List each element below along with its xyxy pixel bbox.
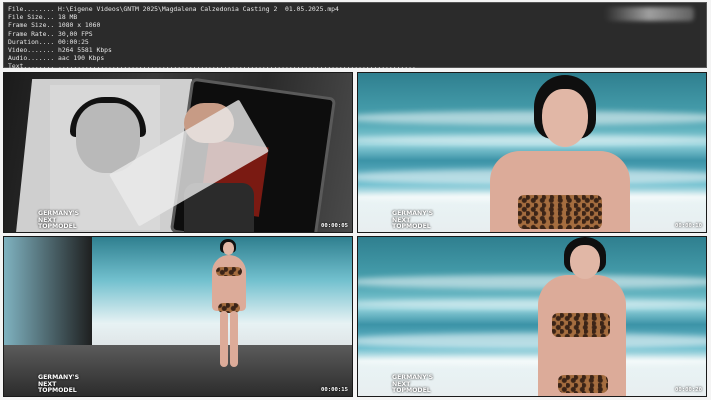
ocean-backdrop xyxy=(358,237,706,396)
leopard-bikini-top xyxy=(518,195,602,229)
info-value: 30,00 FPS xyxy=(58,29,93,38)
info-row-duration: Duration.... 00:00:25 xyxy=(8,38,702,46)
info-value: 18 MB xyxy=(58,13,78,22)
info-row-file-size: File Size... 18 MB xyxy=(8,13,702,21)
info-key: Frame Rate.. xyxy=(8,29,55,38)
video-thumbnail-3[interactable]: GERMANY'S NEXT TOPMODEL 00:00:15 xyxy=(3,236,353,397)
leopard-bikini-top xyxy=(552,313,610,337)
model-face xyxy=(542,89,588,147)
info-row-audio: Audio....... aac 190 Kbps xyxy=(8,54,702,62)
model-leg xyxy=(220,311,228,367)
info-key: File Size... xyxy=(8,13,55,22)
timecode: 00:00:10 xyxy=(675,223,702,229)
gntm-logo: GERMANY'S NEXT TOPMODEL xyxy=(392,375,433,394)
stage-side-wall xyxy=(4,237,94,345)
wave xyxy=(358,275,706,289)
wave xyxy=(358,135,706,145)
stage-scene xyxy=(4,237,352,396)
info-row-video: Video....... h264 5581 Kbps xyxy=(8,46,702,54)
leopard-bikini-bottom xyxy=(558,375,608,393)
info-value: ........................................… xyxy=(58,62,416,71)
gntm-logo: GERMANY'S NEXT TOPMODEL xyxy=(38,375,79,394)
logo-line: TOPMODEL xyxy=(392,386,431,394)
magazine-scene xyxy=(4,73,352,232)
video-thumbnail-4[interactable]: GERMANY'S NEXT TOPMODEL 00:00:20 xyxy=(357,236,707,397)
logo-line: TOPMODEL xyxy=(392,222,431,230)
info-value: H:\Eigene Videos\GNTM 2025\Magdalena Cal… xyxy=(58,5,339,13)
timecode: 00:00:15 xyxy=(321,387,348,393)
info-key: Video....... xyxy=(8,45,55,54)
info-value: aac 190 Kbps xyxy=(58,54,105,63)
video-thumbnail-2[interactable]: GERMANY'S NEXT TOPMODEL 00:00:10 xyxy=(357,72,707,233)
info-row-frame-rate: Frame Rate.. 30,00 FPS xyxy=(8,30,702,38)
info-value: h264 5581 Kbps xyxy=(58,45,112,54)
model-leg xyxy=(230,311,238,367)
model-face xyxy=(223,242,234,255)
logo-line: TOPMODEL xyxy=(38,386,77,394)
wave xyxy=(358,111,706,125)
blurred-watermark xyxy=(604,7,694,21)
info-value: 00:00:25 xyxy=(58,37,89,46)
wave xyxy=(358,357,706,365)
gntm-logo: GERMANY'S NEXT TOPMODEL xyxy=(392,211,433,230)
video-thumbnail-1[interactable]: GERMANY'S NEXT TOPMODEL 00:00:05 xyxy=(3,72,353,233)
info-key: Audio....... xyxy=(8,54,55,63)
info-key: Frame Size.. xyxy=(8,21,55,30)
info-value: 1080 x 1060 xyxy=(58,21,101,30)
timecode: 00:00:20 xyxy=(675,387,702,393)
timecode: 00:00:05 xyxy=(321,223,348,229)
logo-line: TOPMODEL xyxy=(38,222,77,230)
model-face xyxy=(570,245,600,279)
info-row-file: File........ H:\Eigene Videos\GNTM 2025\M… xyxy=(8,5,702,13)
info-key: Duration.... xyxy=(8,37,55,46)
leopard-bikini-top xyxy=(216,267,242,276)
media-info-panel: File........ H:\Eigene Videos\GNTM 2025\M… xyxy=(3,2,707,70)
wave xyxy=(358,299,706,309)
info-key: Text........ xyxy=(8,62,55,71)
info-row-text: Text....................................… xyxy=(8,62,702,70)
info-row-frame-size: Frame Size.. 1080 x 1060 xyxy=(8,21,702,29)
gntm-logo: GERMANY'S NEXT TOPMODEL xyxy=(38,211,79,230)
info-key: File........ xyxy=(8,5,55,13)
wave xyxy=(358,333,706,349)
